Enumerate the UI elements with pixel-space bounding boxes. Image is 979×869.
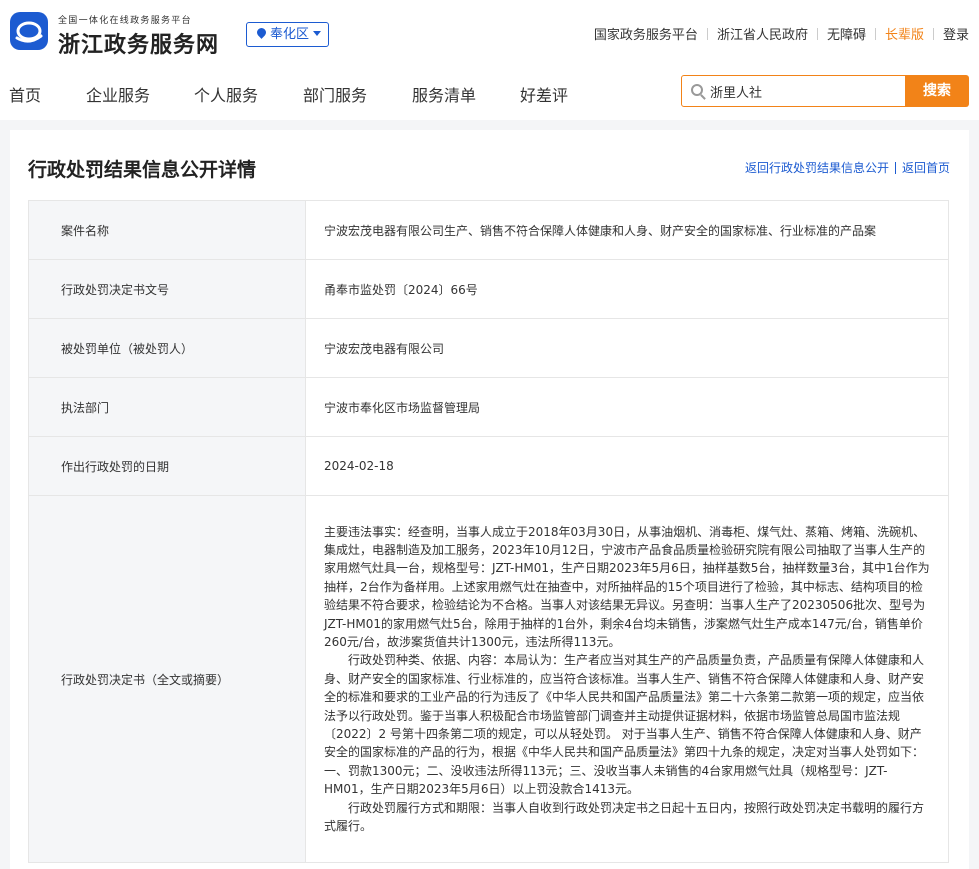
link-elder-mode[interactable]: 长辈版	[885, 24, 924, 43]
region-label: 奉化区	[270, 27, 310, 42]
row-value: 宁波市奉化区市场监督管理局	[305, 377, 949, 437]
divider	[894, 161, 896, 174]
link-zhejiang-government[interactable]: 浙江省人民政府	[717, 24, 808, 43]
region-selector[interactable]: 奉化区	[246, 22, 329, 47]
link-login[interactable]: 登录	[943, 24, 969, 43]
search-input[interactable]	[710, 76, 900, 106]
row-label: 被处罚单位（被处罚人）	[28, 318, 306, 378]
decision-paragraph-fulfillment: 行政处罚履行方式和期限：当事人自收到行政处罚决定书之日起十五日内，按照行政处罚决…	[324, 800, 925, 834]
table-row: 行政处罚决定书（全文或摘要） 主要违法事实：经查明，当事人成立于2018年03月…	[28, 495, 949, 863]
nav-item-service-list[interactable]: 服务清单	[412, 82, 476, 106]
nav-item-enterprise[interactable]: 企业服务	[86, 82, 150, 106]
top-links: 国家政务服务平台 浙江省人民政府 无障碍 长辈版 登录	[594, 24, 969, 43]
divider	[816, 27, 818, 40]
divider	[932, 27, 934, 40]
caret-down-icon	[313, 31, 322, 36]
back-to-home-link[interactable]: 返回首页	[902, 159, 950, 176]
decision-paragraph-facts: 主要违法事实：经查明，当事人成立于2018年03月30日，从事油烟机、消毒柜、煤…	[324, 524, 930, 649]
table-row: 被处罚单位（被处罚人） 宁波宏茂电器有限公司	[28, 318, 949, 378]
row-value: 宁波宏茂电器有限公司	[305, 318, 949, 378]
table-row: 执法部门 宁波市奉化区市场监督管理局	[28, 377, 949, 437]
info-table: 案件名称 宁波宏茂电器有限公司生产、销售不符合保障人体健康和人身、财产安全的国家…	[28, 200, 949, 863]
table-row: 作出行政处罚的日期 2024-02-18	[28, 436, 949, 496]
logo-title[interactable]: 浙江政务服务网	[58, 27, 219, 59]
logo-icon[interactable]	[10, 12, 48, 50]
table-row: 行政处罚决定书文号 甬奉市监处罚〔2024〕66号	[28, 259, 949, 319]
back-to-list-link[interactable]: 返回行政处罚结果信息公开	[745, 159, 889, 176]
row-value: 2024-02-18	[305, 436, 949, 496]
detail-card: 行政处罚结果信息公开详情 返回行政处罚结果信息公开 返回首页 案件名称 宁波宏茂…	[10, 130, 969, 869]
row-label: 案件名称	[28, 200, 306, 260]
link-accessibility[interactable]: 无障碍	[827, 24, 866, 43]
site-header: 全国一体化在线政务服务平台 浙江政务服务网 奉化区 国家政务服务平台 浙江省人民…	[0, 0, 979, 120]
nav-item-rating[interactable]: 好差评	[520, 82, 568, 106]
row-value: 甬奉市监处罚〔2024〕66号	[305, 259, 949, 319]
link-national-platform[interactable]: 国家政务服务平台	[594, 24, 698, 43]
search-box	[681, 75, 906, 107]
divider	[874, 27, 876, 40]
search-bar: 搜索	[681, 75, 969, 107]
page-title: 行政处罚结果信息公开详情	[28, 159, 257, 181]
logo-subtitle: 全国一体化在线政务服务平台	[58, 16, 192, 26]
nav-item-department[interactable]: 部门服务	[303, 82, 367, 106]
location-pin-icon	[255, 26, 268, 39]
nav-item-home[interactable]: 首页	[9, 82, 41, 106]
return-links: 返回行政处罚结果信息公开 返回首页	[745, 159, 950, 176]
row-label: 执法部门	[28, 377, 306, 437]
divider	[706, 27, 708, 40]
table-row: 案件名称 宁波宏茂电器有限公司生产、销售不符合保障人体健康和人身、财产安全的国家…	[28, 200, 949, 260]
nav-item-personal[interactable]: 个人服务	[194, 82, 258, 106]
decision-paragraph-basis: 行政处罚种类、依据、内容：本局认为：生产者应当对其生产的产品质量负责，产品质量有…	[324, 653, 925, 797]
decision-text: 主要违法事实：经查明，当事人成立于2018年03月30日，从事油烟机、消毒柜、煤…	[305, 495, 949, 863]
row-value: 宁波宏茂电器有限公司生产、销售不符合保障人体健康和人身、财产安全的国家标准、行业…	[305, 200, 949, 260]
row-label: 行政处罚决定书（全文或摘要）	[28, 495, 306, 863]
search-icon	[691, 84, 703, 96]
row-label: 作出行政处罚的日期	[28, 436, 306, 496]
row-label: 行政处罚决定书文号	[28, 259, 306, 319]
search-button[interactable]: 搜索	[905, 75, 969, 107]
